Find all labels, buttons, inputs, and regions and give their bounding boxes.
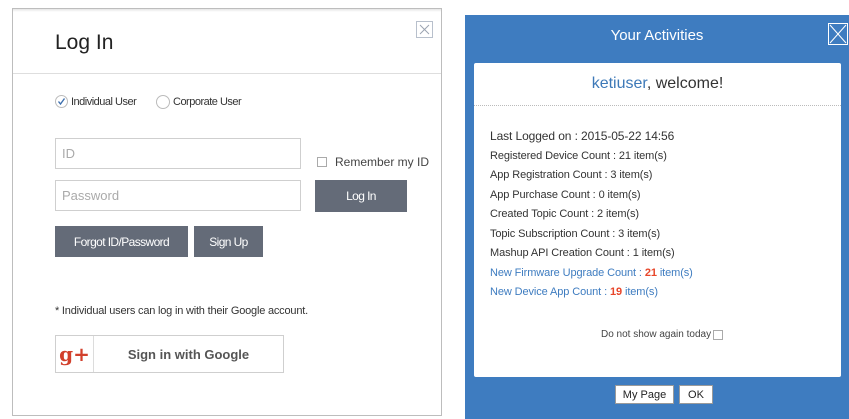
password-input[interactable] xyxy=(55,180,301,211)
welcome-username: ketiuser xyxy=(591,75,647,92)
login-dialog: Log In Individual User Corporate User Re… xyxy=(12,8,442,416)
radio-corporate-user[interactable]: Corporate User xyxy=(156,95,242,109)
google-plus-icon: g+ xyxy=(56,336,94,372)
list-item: Topic Subscription Count : 3 item(s) xyxy=(490,227,661,240)
radio-individual-user[interactable]: Individual User xyxy=(55,95,137,108)
activities-close-button[interactable] xyxy=(828,23,848,45)
login-button[interactable]: Log In xyxy=(315,180,407,212)
login-close-button[interactable] xyxy=(416,21,433,38)
ok-button[interactable]: OK xyxy=(679,385,713,404)
last-logged-label: Last Logged on : xyxy=(490,129,582,143)
welcome-suffix: , welcome! xyxy=(646,75,724,92)
remember-id-label: Remember my ID xyxy=(335,155,430,169)
list-item: Registered Device Count : 21 item(s) xyxy=(490,149,667,162)
sign-in-with-google-button[interactable]: g+ Sign in with Google xyxy=(55,335,284,373)
login-title: Log In xyxy=(55,31,114,54)
device-app-unit: item(s) xyxy=(622,286,658,298)
activities-dialog: Your Activities ketiuser, welcome! Last … xyxy=(465,15,849,419)
radio-corporate-label: Corporate User xyxy=(173,96,242,108)
list-item: App Purchase Count : 0 item(s) xyxy=(490,188,641,201)
radio-checked-icon xyxy=(55,95,68,108)
dialog-top-shadow xyxy=(13,9,441,12)
list-item: Mashup API Creation Count : 1 item(s) xyxy=(490,247,675,259)
dotted-divider xyxy=(474,105,841,106)
last-logged-value: 2015-05-22 14:56 xyxy=(581,129,675,143)
login-divider xyxy=(13,73,441,74)
firmware-unit: item(s) xyxy=(656,266,693,279)
device-app-count: 19 xyxy=(609,286,623,298)
firmware-count: 21 xyxy=(644,266,657,279)
checkbox-icon xyxy=(317,157,327,167)
checkbox-icon xyxy=(713,329,724,340)
dont-show-label: Do not show again today xyxy=(601,329,712,340)
last-logged-item: Last Logged on : 2015-05-22 14:56 xyxy=(490,127,693,147)
firmware-upgrade-link[interactable]: New Firmware Upgrade Count : 21 item(s) xyxy=(490,264,693,284)
close-icon xyxy=(419,24,430,35)
google-button-label: Sign in with Google xyxy=(127,346,250,362)
activities-title: Your Activities xyxy=(610,26,704,44)
radio-unchecked-icon xyxy=(156,95,170,109)
close-icon xyxy=(829,24,847,44)
forgot-id-password-button[interactable]: Forgot ID/Password xyxy=(55,226,188,257)
device-app-link[interactable]: New Device App Count : 19 item(s) xyxy=(490,283,693,303)
remember-id-checkbox[interactable]: Remember my ID xyxy=(317,155,429,169)
firmware-label: New Firmware Upgrade Count : xyxy=(490,266,645,279)
dont-show-again-checkbox[interactable]: Do not show again today xyxy=(601,329,724,340)
welcome-message: ketiuser, welcome! xyxy=(474,75,841,93)
list-item: App Registration Count : 3 item(s) xyxy=(490,169,653,181)
google-note: * Individual users can log in with their… xyxy=(55,305,308,317)
activities-content: ketiuser, welcome! Last Logged on : 2015… xyxy=(474,63,841,377)
list-item: Created Topic Count : 2 item(s) xyxy=(490,208,639,220)
id-input[interactable] xyxy=(55,138,301,169)
device-app-label: New Device App Count : xyxy=(490,286,610,298)
my-page-button[interactable]: My Page xyxy=(615,385,674,404)
radio-individual-label: Individual User xyxy=(71,95,137,108)
sign-up-button[interactable]: Sign Up xyxy=(194,226,263,257)
activity-list: Last Logged on : 2015-05-22 14:56 Regist… xyxy=(490,127,693,303)
